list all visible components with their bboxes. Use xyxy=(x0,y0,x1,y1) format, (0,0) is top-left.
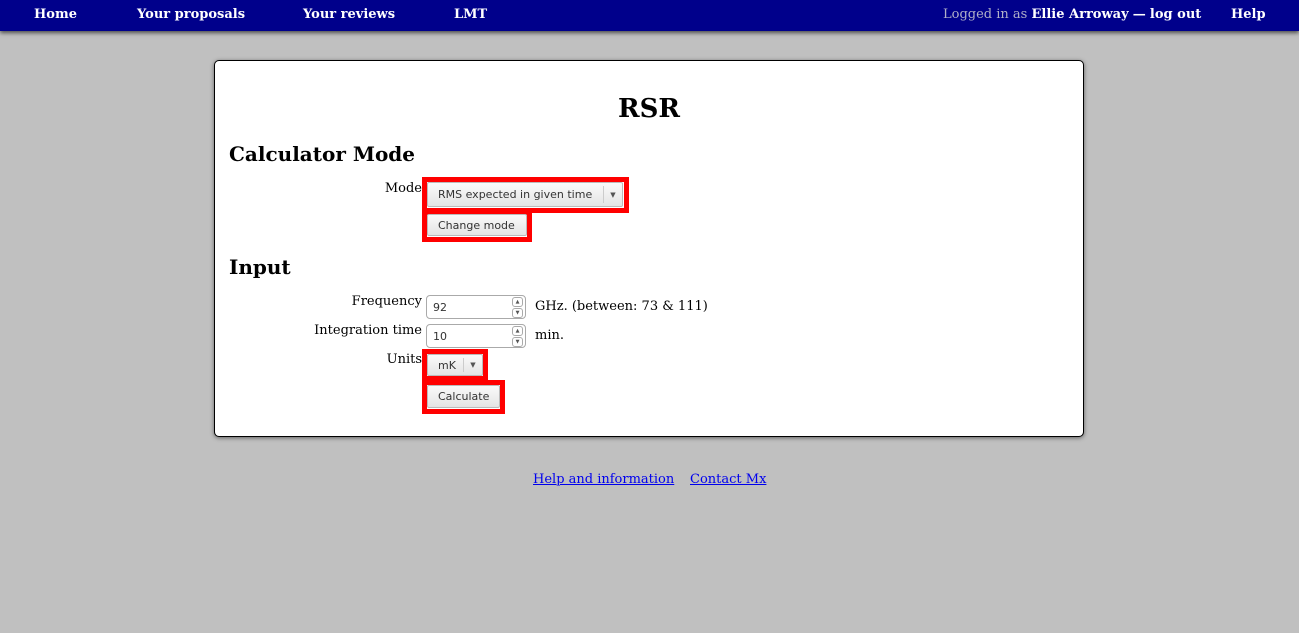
nav-your-reviews[interactable]: Your reviews xyxy=(303,7,395,22)
user-name: Ellie Arroway xyxy=(1031,7,1129,22)
integration-time-unit: min. xyxy=(535,328,564,343)
decrement-icon[interactable]: ▼ xyxy=(512,308,523,318)
help-information-link[interactable]: Help and information xyxy=(533,472,674,487)
increment-icon[interactable]: ▲ xyxy=(512,297,523,307)
frequency-input[interactable]: 92 ▲ ▼ xyxy=(426,295,526,319)
top-nav-bar: Home Your proposals Your reviews LMT Log… xyxy=(0,0,1299,31)
nav-lmt[interactable]: LMT xyxy=(454,7,487,22)
contact-link[interactable]: Contact Mx xyxy=(690,472,766,487)
nav-help[interactable]: Help xyxy=(1231,7,1266,22)
calculator-panel: RSR Calculator Mode Mode RMS expected in… xyxy=(214,60,1084,437)
nav-your-proposals[interactable]: Your proposals xyxy=(137,7,245,22)
input-heading: Input xyxy=(229,255,291,279)
integration-time-input[interactable]: 10 ▲ ▼ xyxy=(426,324,526,348)
frequency-value: 92 xyxy=(433,301,447,314)
separator: — xyxy=(1132,7,1146,22)
chevron-down-icon: ▼ xyxy=(463,358,482,372)
integration-time-value: 10 xyxy=(433,330,447,343)
chevron-down-icon: ▼ xyxy=(603,186,622,203)
units-select[interactable]: mK ▼ xyxy=(427,354,483,376)
login-status: Logged in as Ellie Arroway — log out xyxy=(943,7,1201,22)
integration-time-label: Integration time xyxy=(314,323,422,338)
mode-label: Mode xyxy=(384,181,422,196)
frequency-label: Frequency xyxy=(351,294,422,309)
nav-home[interactable]: Home xyxy=(34,7,77,22)
increment-icon[interactable]: ▲ xyxy=(512,326,523,336)
calculate-button[interactable]: Calculate xyxy=(427,385,500,408)
page-title: RSR xyxy=(618,94,680,124)
frequency-unit: GHz. (between: 73 & 111) xyxy=(535,299,708,314)
mode-select[interactable]: RMS expected in given time ▼ xyxy=(427,182,623,207)
units-label: Units xyxy=(386,352,422,367)
mode-select-value: RMS expected in given time xyxy=(438,188,593,201)
logged-in-prefix: Logged in as xyxy=(943,7,1028,22)
change-mode-button[interactable]: Change mode xyxy=(427,214,527,236)
logout-link[interactable]: log out xyxy=(1150,7,1201,22)
units-select-value: mK xyxy=(438,358,456,372)
calculator-mode-heading: Calculator Mode xyxy=(229,142,416,166)
decrement-icon[interactable]: ▼ xyxy=(512,337,523,347)
